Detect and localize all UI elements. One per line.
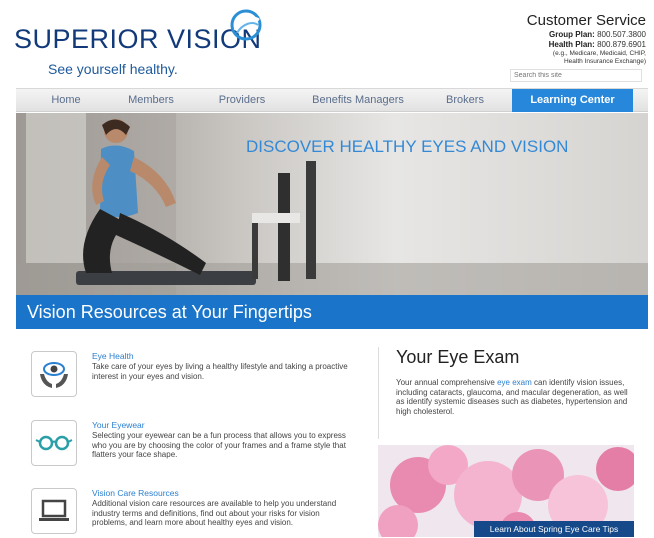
group-plan-label: Group Plan: (549, 30, 595, 39)
eye-exam-desc-start: Your annual comprehensive (396, 378, 498, 387)
logo-swirl-icon (230, 9, 262, 41)
section-banner-title: Vision Resources at Your Fingertips (27, 302, 312, 322)
health-plan-phone: Health Plan: 800.879.6901 (549, 40, 646, 49)
search-input[interactable] (510, 69, 642, 82)
customer-service-title: Customer Service (526, 12, 646, 29)
eye-health-desc: Take care of your eyes by living a healt… (92, 362, 348, 381)
nav-providers[interactable]: Providers (202, 89, 282, 112)
your-eyewear-desc: Selecting your eyewear can be a fun proc… (92, 431, 346, 459)
vision-care-resources-link[interactable]: Vision Care Resources (92, 488, 179, 498)
nav-learning-center[interactable]: Learning Center (512, 89, 633, 112)
tagline: See yourself healthy. (48, 61, 178, 77)
spring-eye-care-button[interactable]: Learn About Spring Eye Care Tips (474, 521, 634, 537)
hero-title: DISCOVER HEALTHY EYES AND VISION (246, 137, 569, 156)
nav-members[interactable]: Members (116, 89, 186, 112)
health-plan-note-1: (e.g., Medicare, Medicaid, CHIP, (552, 50, 646, 57)
health-plan-label: Health Plan: (548, 40, 595, 49)
eye-health-link[interactable]: Eye Health (92, 351, 134, 361)
group-plan-phone: Group Plan: 800.507.3800 (549, 30, 646, 39)
main-nav: Home Members Providers Benefits Managers… (16, 88, 648, 112)
nav-home[interactable]: Home (16, 89, 116, 112)
logo-wordmark[interactable]: SUPERIOR VISION (14, 24, 262, 55)
nav-benefits-managers[interactable]: Benefits Managers (298, 89, 418, 112)
column-divider (378, 347, 379, 439)
health-plan-number: 800.879.6901 (597, 40, 646, 49)
nav-brokers[interactable]: Brokers (432, 89, 498, 112)
eye-in-hands-icon[interactable] (31, 351, 77, 397)
laptop-icon[interactable] (31, 488, 77, 534)
vision-care-resources-desc: Additional vision care resources are ava… (92, 499, 337, 527)
your-eyewear-link[interactable]: Your Eyewear (92, 420, 145, 430)
eye-exam-title: Your Eye Exam (396, 347, 520, 367)
health-plan-note-2: Health Insurance Exchange) (563, 58, 646, 65)
eye-exam-desc: Your annual comprehensive eye exam can i… (396, 378, 634, 416)
eye-exam-link[interactable]: eye exam (497, 378, 532, 387)
group-plan-number: 800.507.3800 (597, 30, 646, 39)
eyeglasses-icon[interactable] (31, 420, 77, 466)
